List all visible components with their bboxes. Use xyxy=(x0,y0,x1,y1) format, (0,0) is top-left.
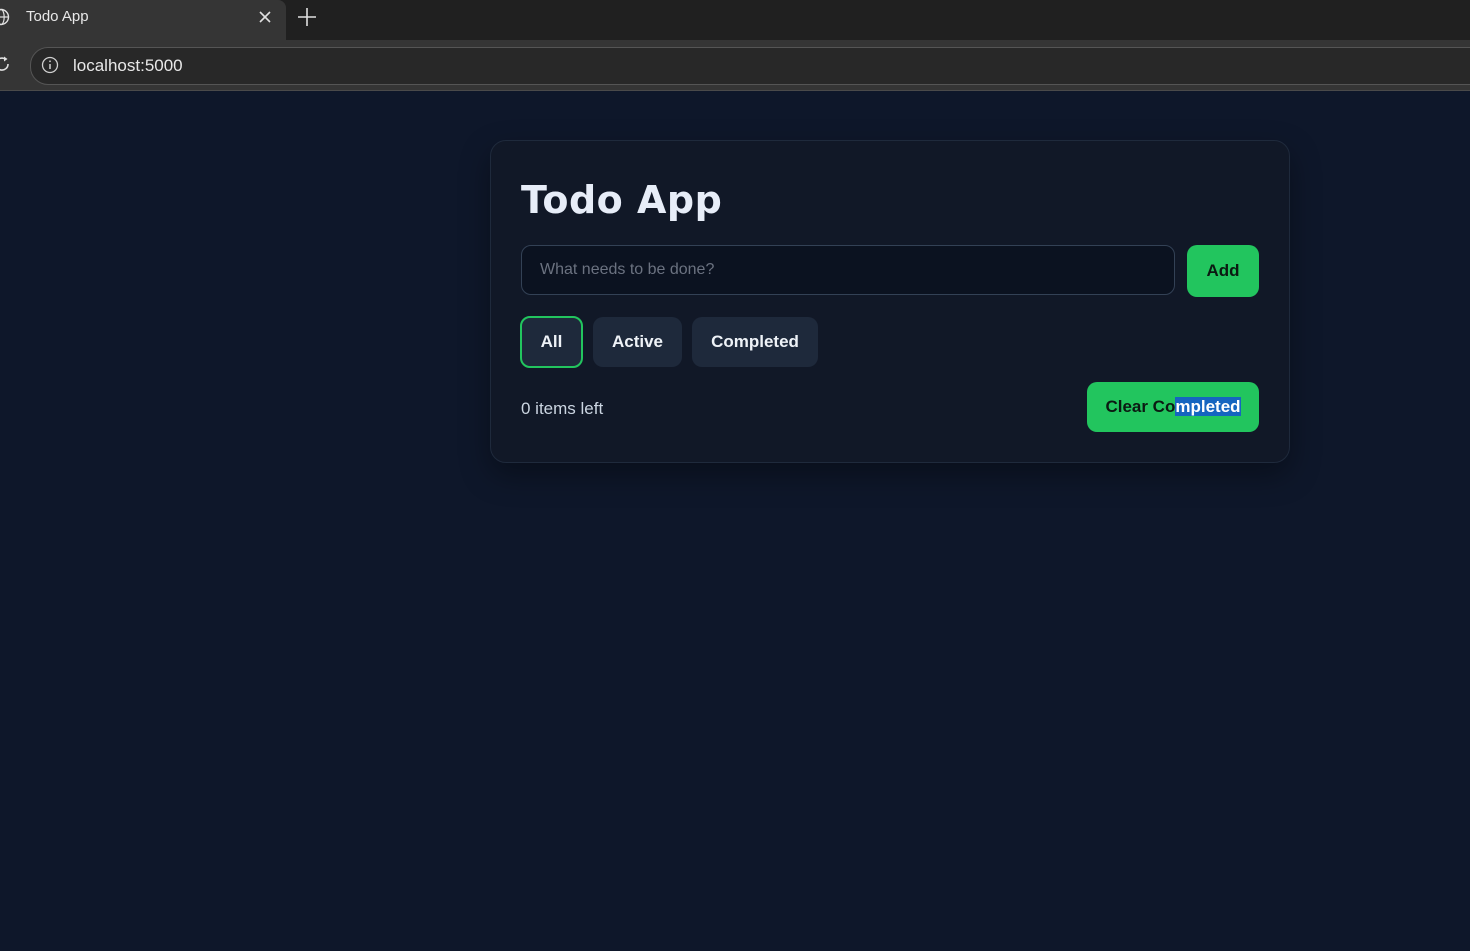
todo-card: Todo App Add All Active Completed 0 item… xyxy=(490,140,1290,463)
globe-icon xyxy=(0,8,10,26)
clear-label-part: Clear Co xyxy=(1105,397,1176,416)
browser-tab-bar: Todo App xyxy=(0,0,1470,40)
filter-all-button[interactable]: All xyxy=(520,316,583,368)
selected-text: mpleted xyxy=(1175,397,1241,416)
close-icon[interactable] xyxy=(256,8,274,26)
browser-tab[interactable]: Todo App xyxy=(0,0,286,40)
todo-input[interactable] xyxy=(521,245,1175,295)
browser-toolbar: localhost:5000 xyxy=(0,40,1470,91)
filter-active-button[interactable]: Active xyxy=(593,317,682,367)
page-title: Todo App xyxy=(521,178,723,222)
reload-icon[interactable] xyxy=(0,54,12,74)
url-text: localhost:5000 xyxy=(73,56,183,75)
address-bar[interactable]: localhost:5000 xyxy=(30,47,1470,85)
plus-icon[interactable] xyxy=(296,6,318,28)
info-icon[interactable] xyxy=(41,56,59,74)
filter-completed-button[interactable]: Completed xyxy=(692,317,818,367)
tab-title: Todo App xyxy=(26,8,89,25)
add-button[interactable]: Add xyxy=(1187,245,1259,297)
items-left-count: 0 items left xyxy=(521,399,604,418)
clear-completed-button[interactable]: Clear Completed xyxy=(1087,382,1259,432)
